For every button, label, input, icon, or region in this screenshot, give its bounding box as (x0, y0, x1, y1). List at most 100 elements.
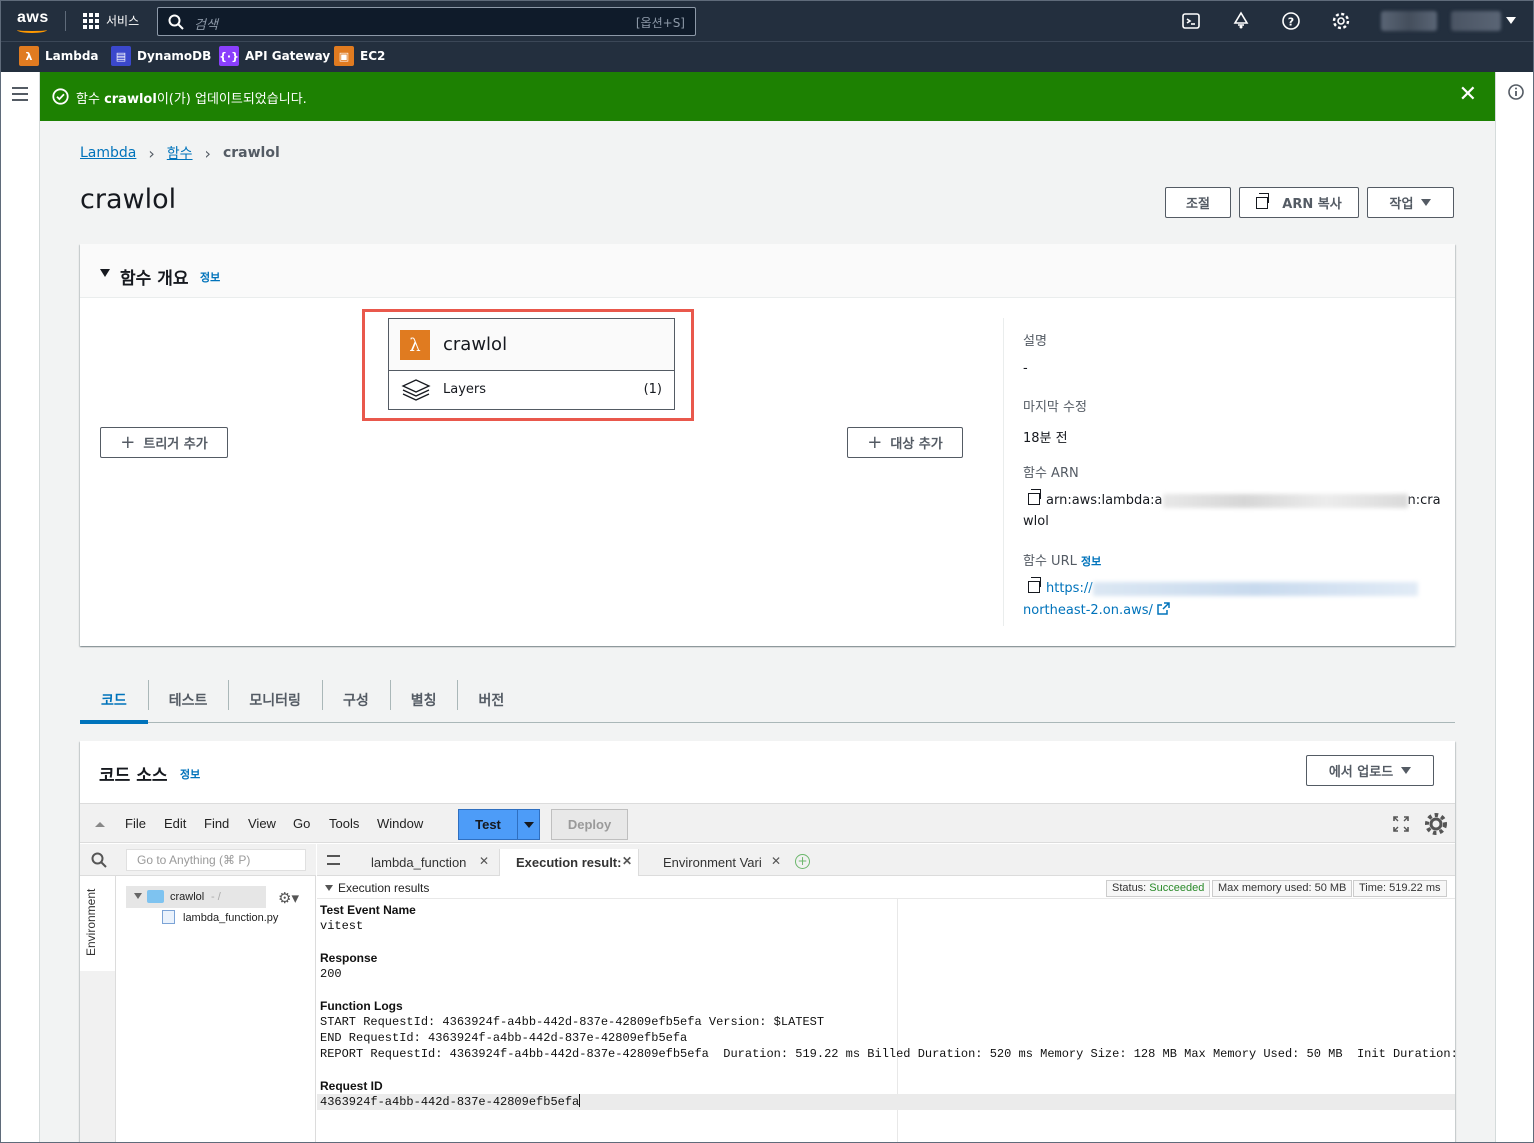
account-caret-icon[interactable] (1506, 17, 1516, 24)
success-icon (52, 88, 69, 105)
tab-label: 코드 (101, 693, 127, 709)
collapse-caret-icon[interactable] (100, 269, 110, 277)
url-value[interactable]: https:// (1028, 577, 1443, 596)
favorite-label: Lambda (45, 49, 99, 63)
function-node-name: crawlol (443, 334, 508, 355)
search-placeholder: 검색 (194, 18, 218, 33)
breadcrumb-lambda[interactable]: Lambda (80, 145, 136, 161)
tab-configuration[interactable]: 구성 (321, 677, 390, 723)
tab-aliases[interactable]: 별칭 (389, 677, 458, 723)
breadcrumb-functions[interactable]: 함수 (167, 143, 193, 163)
region-menu[interactable] (1381, 11, 1437, 31)
function-node[interactable]: λ crawlol (389, 319, 674, 371)
test-button[interactable]: Test (458, 809, 540, 840)
add-tab-icon[interactable]: + (795, 854, 810, 869)
folder-path: - / (211, 891, 221, 903)
menu-edit[interactable]: Edit (164, 816, 186, 831)
favorite-dynamodb[interactable]: ▤ DynamoDB (111, 46, 211, 66)
description-label: 설명 (1023, 334, 1047, 349)
help-icon[interactable]: ? (1281, 11, 1301, 31)
url-wrap-line[interactable]: northeast-2.on.aws/ (1023, 602, 1443, 618)
menu-window[interactable]: Window (377, 816, 423, 831)
environment-tab[interactable]: Environment (80, 876, 116, 971)
copy-arn-button[interactable]: ARN 복사 (1239, 187, 1359, 218)
favorite-ec2[interactable]: ▣ EC2 (334, 46, 385, 66)
menu-file[interactable]: File (125, 816, 146, 831)
caret-down-icon (1421, 199, 1432, 206)
deploy-button[interactable]: Deploy (551, 809, 628, 840)
copy-icon[interactable] (1028, 489, 1041, 505)
code-source-info-link[interactable]: 정보 (180, 766, 200, 782)
tab-versions[interactable]: 버전 (457, 677, 525, 723)
copy-arn-label: ARN 복사 (1282, 197, 1342, 212)
account-menu[interactable] (1451, 11, 1501, 31)
notifications-icon[interactable] (1231, 11, 1251, 31)
editor-tab-environment-variables[interactable]: Environment Vari ✕ (647, 849, 787, 876)
url-info-link[interactable]: 정보 (1081, 555, 1101, 568)
file-lambda-function[interactable]: lambda_function.py (162, 910, 278, 924)
tab-label: 별칭 (410, 693, 437, 709)
search-icon[interactable] (91, 852, 107, 868)
menu-find[interactable]: Find (204, 816, 229, 831)
tab-code[interactable]: 코드 (80, 677, 148, 724)
menu-icon[interactable] (12, 87, 28, 101)
settings-icon[interactable] (1331, 11, 1351, 31)
tab-list-icon[interactable] (327, 855, 340, 865)
close-icon[interactable]: ✕ (771, 854, 781, 868)
url-wrap: northeast-2.on.aws/ (1023, 603, 1153, 618)
throttle-button[interactable]: 조절 (1165, 187, 1231, 218)
menu-go[interactable]: Go (293, 816, 310, 831)
editor-tab-label: lambda_function (371, 855, 467, 870)
close-icon[interactable]: ✕ (622, 854, 632, 868)
test-dropdown[interactable] (517, 810, 539, 839)
caret-down-icon (1401, 767, 1412, 774)
layers-node[interactable]: Layers (1) (389, 371, 674, 409)
page-frame: aws 서비스 검색 [옵션+S] ? λ Lambda ▤ DynamoDB {·… (0, 0, 1534, 1143)
dynamodb-icon: ▤ (111, 46, 131, 66)
deploy-label: Deploy (567, 817, 612, 832)
favorite-lambda[interactable]: λ Lambda (19, 46, 99, 66)
gear-icon[interactable] (1424, 812, 1448, 836)
copy-icon[interactable] (1028, 577, 1041, 593)
tab-test[interactable]: 테스트 (147, 677, 229, 723)
favorite-label: EC2 (360, 49, 386, 63)
results-title[interactable]: Execution results (325, 881, 429, 895)
test-label: Test (475, 817, 501, 832)
aws-logo[interactable]: aws (17, 9, 49, 33)
add-destination-button[interactable]: + 대상 추가 (847, 427, 963, 458)
execution-results: Execution results Status: Succeeded Max … (317, 877, 1455, 1142)
flash-message: 함수 crawlol이(가) 업데이트되었습니다. (76, 88, 307, 107)
add-trigger-button[interactable]: + 트리거 추가 (100, 427, 228, 458)
overview-info-link[interactable]: 정보 (200, 269, 220, 285)
services-menu[interactable]: 서비스 (83, 12, 139, 29)
function-logs-label: Function Logs (320, 999, 403, 1013)
folder-crawlol[interactable]: crawlol - / (126, 886, 266, 908)
overview-header[interactable]: 함수 개요 정보 (80, 244, 1455, 298)
close-icon[interactable]: ✕ (1459, 84, 1477, 106)
menu-tools[interactable]: Tools (329, 816, 359, 831)
folder-name: crawlol (170, 891, 205, 903)
lambda-icon: λ (400, 330, 430, 360)
editor-tab-execution-results[interactable]: Execution result: ✕ (499, 849, 639, 876)
favorite-api-gateway[interactable]: {·} API Gateway (219, 46, 330, 66)
add-trigger-label: 트리거 추가 (143, 437, 208, 452)
goto-anything-input[interactable]: Go to Anything (⌘ P) (126, 849, 306, 871)
editor-tab-lambda-function[interactable]: lambda_function ✕ (355, 849, 495, 876)
close-icon[interactable]: ✕ (479, 854, 489, 868)
tab-monitoring[interactable]: 모니터링 (228, 677, 322, 723)
grid-icon (83, 12, 99, 29)
collapse-up-icon[interactable] (94, 820, 106, 828)
fullscreen-icon[interactable] (1393, 816, 1409, 832)
code-source-panel: 코드 소스 정보 에서 업로드 File Edit Find View Go T… (80, 741, 1455, 1142)
request-id-line[interactable]: 4363924f-a4bb-442d-837e-42809efb5efa (320, 1094, 581, 1110)
actions-button[interactable]: 작업 (1367, 187, 1454, 218)
upload-from-button[interactable]: 에서 업로드 (1306, 755, 1434, 786)
plus-icon: + (867, 432, 883, 453)
response-value: 200 (320, 967, 342, 981)
search-input[interactable]: 검색 [옵션+S] (157, 7, 696, 36)
menu-view[interactable]: View (248, 816, 276, 831)
tree-settings-icon[interactable]: ⚙▾ (278, 889, 299, 907)
info-icon[interactable] (1508, 84, 1524, 100)
cloudshell-icon[interactable] (1181, 11, 1201, 31)
services-label: 서비스 (106, 14, 140, 28)
